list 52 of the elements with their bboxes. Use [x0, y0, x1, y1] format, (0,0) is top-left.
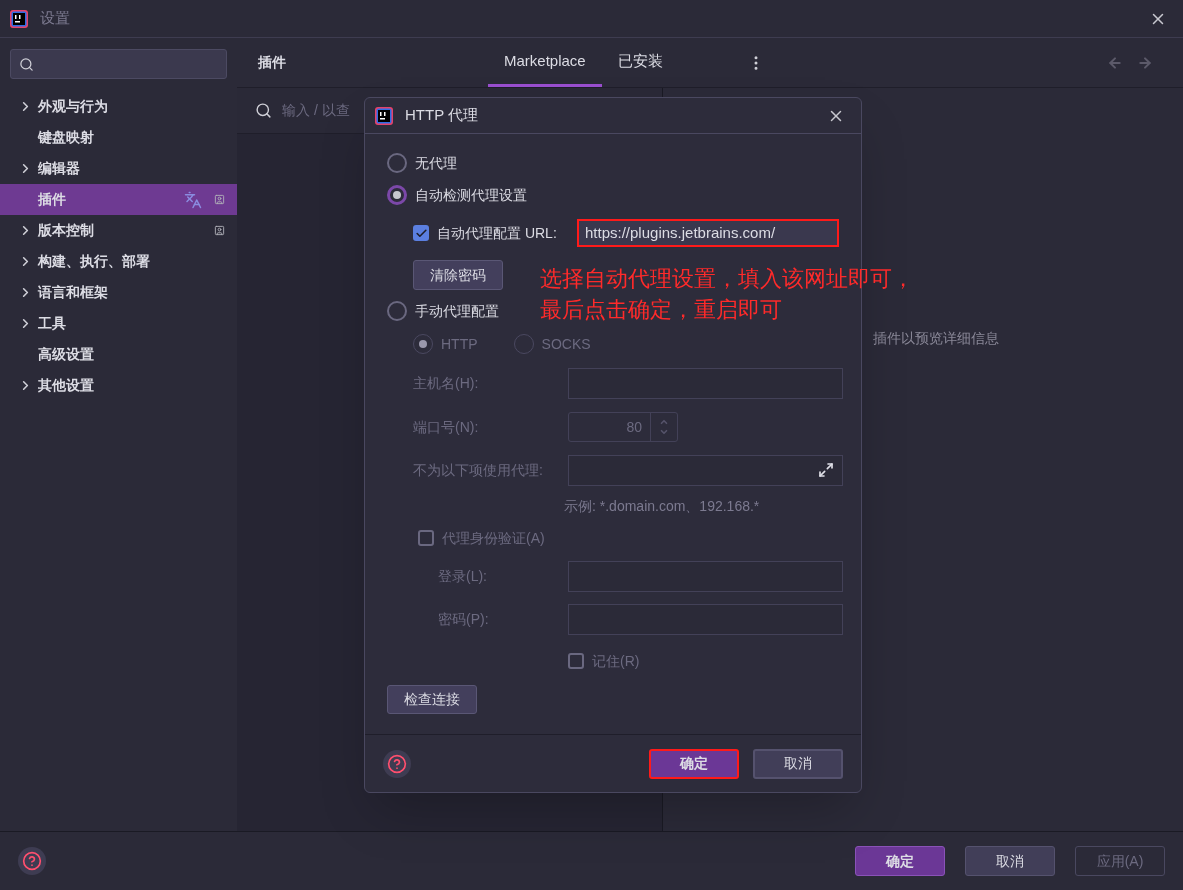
checkbox-label[interactable]: 自动代理配置 URL: [437, 222, 569, 244]
sidebar-item[interactable]: 编辑器 [0, 153, 237, 184]
radio-button[interactable] [387, 153, 407, 173]
host-field[interactable] [568, 367, 843, 399]
app-logo-icon [375, 106, 393, 125]
annotation-text: 选择自动代理设置，填入该网址即可， [540, 265, 914, 293]
radio-button[interactable] [387, 301, 407, 321]
tab[interactable]: 已安装 [601, 38, 679, 87]
help-icon[interactable] [383, 749, 411, 778]
sidebar-item[interactable]: 键盘映射 [0, 122, 237, 153]
clear-password-button[interactable]: 清除密码 [413, 260, 503, 290]
dialog-button[interactable]: 确定 [855, 846, 945, 876]
dialog-title: HTTP 代理 [405, 105, 479, 126]
app-logo-icon [10, 9, 28, 28]
sidebar-item[interactable]: 插件 [0, 184, 237, 215]
field-label: 主机名(H): [413, 373, 480, 393]
sidebar-item[interactable]: 构建、执行、部署 [0, 246, 237, 277]
section-title: 插件 [258, 53, 287, 72]
field-label: 密码(P): [437, 610, 490, 629]
sidebar-item[interactable]: 其他设置 [0, 370, 237, 401]
translate-icon [184, 190, 202, 209]
dialog-button[interactable]: 取消 [965, 846, 1055, 876]
dialog-button[interactable]: 取消 [753, 748, 843, 779]
radio-label[interactable]: 手动代理配置 [415, 300, 499, 322]
field-label: 登录(L): [437, 567, 488, 586]
radio-label[interactable]: 无代理 [415, 152, 457, 174]
profile-icon [214, 225, 225, 236]
search-icon [19, 56, 34, 72]
radio-button[interactable] [387, 185, 407, 205]
search-field[interactable] [10, 49, 227, 79]
sidebar-item[interactable]: 工具 [0, 308, 237, 339]
url-field[interactable]: https://plugins.jetbrains.com/ [577, 219, 839, 247]
password-field[interactable] [568, 604, 843, 635]
window-title: 设置 [40, 8, 70, 29]
checkbox[interactable] [413, 225, 429, 241]
sidebar-item[interactable]: 语言和框架 [0, 277, 237, 308]
dialog-button[interactable]: 确定 [649, 748, 739, 779]
help-icon[interactable] [18, 847, 46, 875]
expand-icon[interactable] [818, 462, 834, 478]
no-proxy-field[interactable] [568, 454, 843, 486]
check-connection-button[interactable]: 检查连接 [387, 684, 477, 714]
radio-label[interactable]: 自动检测代理设置 [415, 184, 527, 206]
login-field[interactable] [568, 561, 843, 592]
sidebar-item[interactable]: 版本控制 [0, 215, 237, 246]
sidebar-item[interactable]: 高级设置 [0, 339, 237, 370]
annotation-text: 最后点击确定，重启即可 [540, 296, 783, 324]
field-label: 不为以下项使用代理: [413, 460, 544, 480]
detail-hint: 插件以预览详细信息 [873, 330, 999, 346]
sidebar-item[interactable]: 外观与行为 [0, 91, 237, 122]
field-hint: 示例: *.domain.com、192.168.* [564, 496, 760, 516]
search-icon [255, 102, 272, 119]
profile-icon [214, 194, 225, 205]
